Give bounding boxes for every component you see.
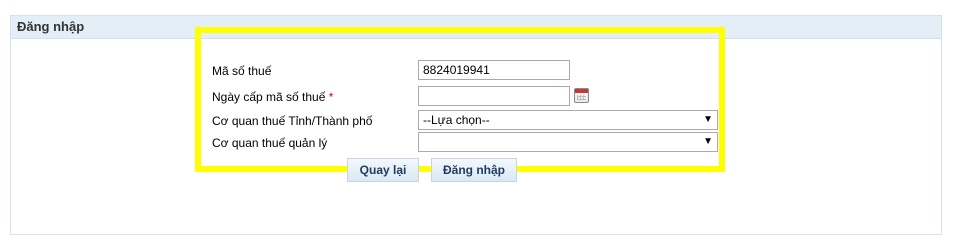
chevron-down-icon: ▼ [703, 114, 713, 125]
managing-office-label: Cơ quan thuế quản lý [212, 136, 328, 150]
province-selected-value: --Lựa chọn-- [423, 113, 490, 127]
chevron-down-icon: ▼ [703, 136, 713, 147]
tax-code-input[interactable]: 8824019941 [418, 60, 570, 80]
issue-date-label-text: Ngày cấp mã số thuế [212, 90, 326, 104]
tax-code-value: 8824019941 [423, 63, 490, 77]
login-button[interactable]: Đăng nhập [431, 158, 517, 182]
tax-code-label: Mã số thuế [212, 64, 272, 78]
back-button[interactable]: Quay lại [347, 158, 419, 182]
issue-date-label: Ngày cấp mã số thuế * [212, 86, 333, 108]
province-select[interactable]: --Lựa chọn-- ▼ [418, 110, 718, 130]
issue-date-input[interactable] [418, 86, 570, 106]
calendar-icon[interactable] [574, 88, 589, 103]
required-marker: * [328, 90, 334, 104]
managing-office-select[interactable]: ▼ [418, 132, 718, 152]
province-label: Cơ quan thuế Tỉnh/Thành phố [212, 114, 373, 128]
